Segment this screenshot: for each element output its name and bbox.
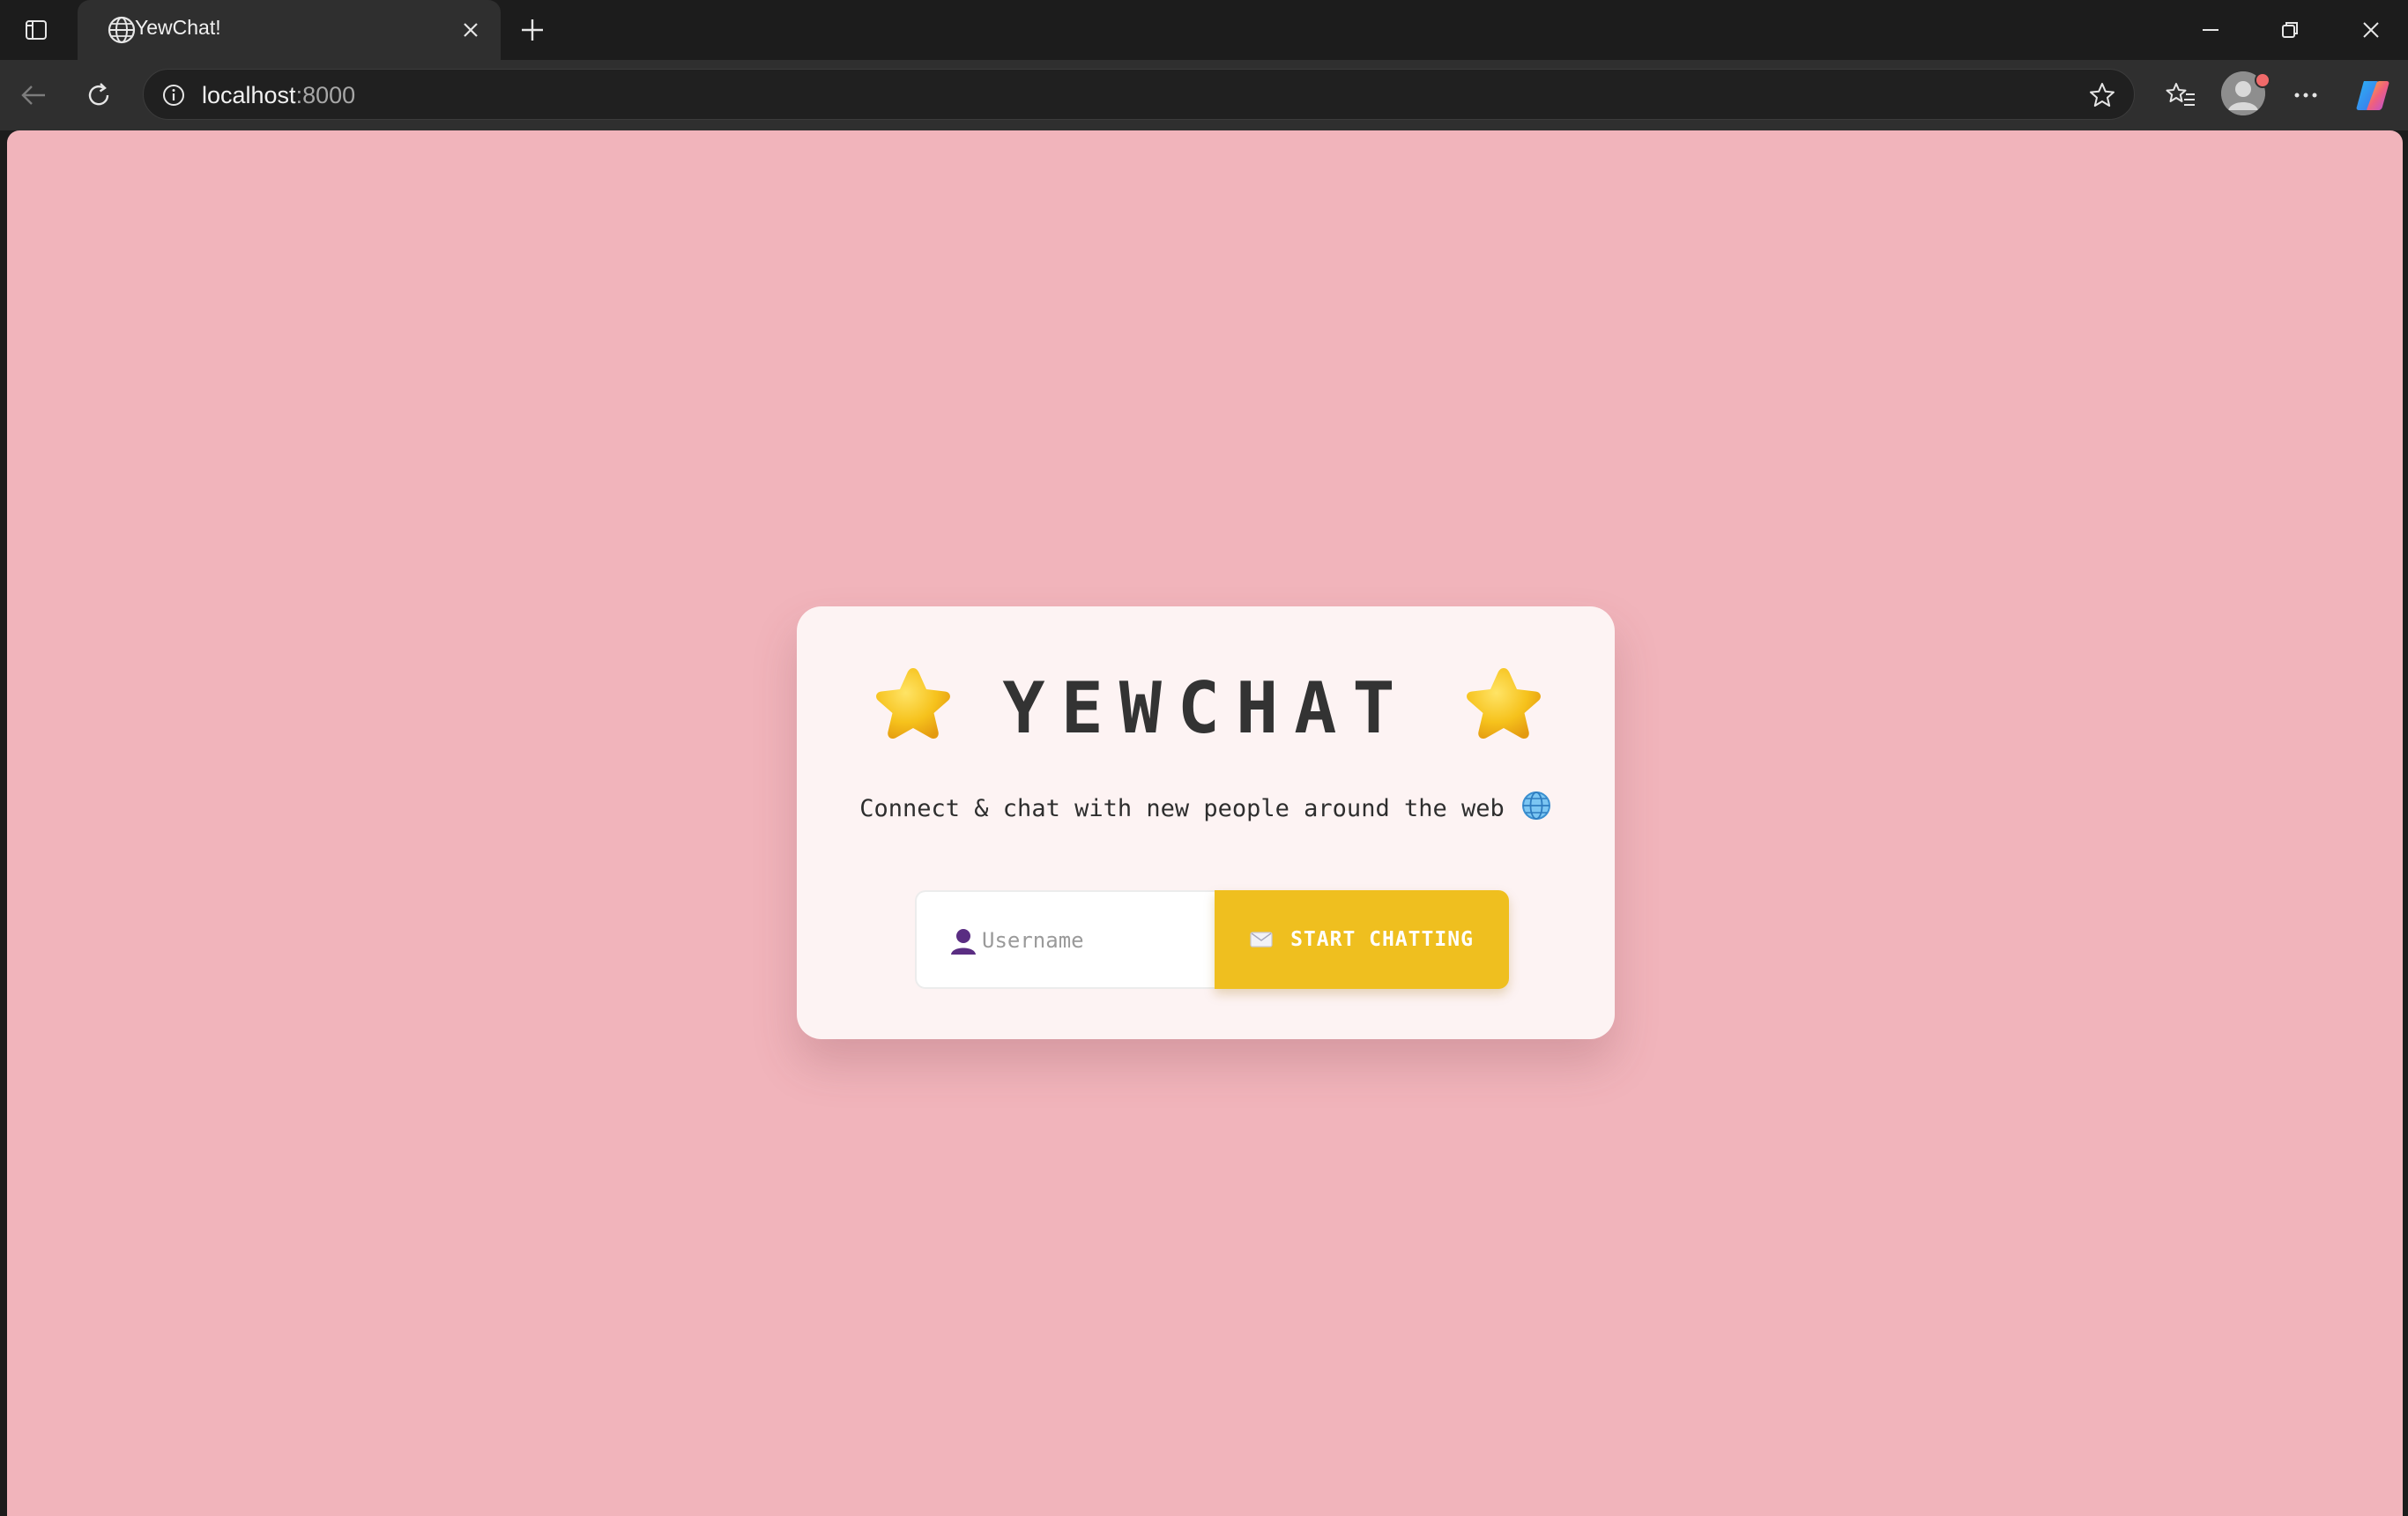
user-icon <box>950 927 977 955</box>
reload-icon[interactable] <box>76 72 122 118</box>
start-chatting-label: START CHATTING <box>1290 928 1474 951</box>
tagline: Connect & chat with new people around th… <box>797 790 1615 825</box>
more-icon[interactable] <box>2283 72 2329 118</box>
info-icon[interactable] <box>156 78 191 113</box>
start-chatting-button[interactable]: START CHATTING <box>1215 890 1509 989</box>
page-viewport: YEWCHAT Connect & chat with new people a… <box>7 130 2403 1516</box>
browser-toolbar: localhost:8000 <box>0 60 2408 130</box>
login-card: YEWCHAT Connect & chat with new people a… <box>797 606 1615 1039</box>
tab-title: YewChat! <box>135 16 221 39</box>
close-window-icon[interactable] <box>2345 11 2397 49</box>
star-outline-icon[interactable] <box>2085 78 2120 113</box>
url-host: localhost <box>202 82 296 108</box>
app-title: YEWCHAT <box>1002 667 1411 749</box>
globe-icon <box>104 12 139 48</box>
star-icon <box>1460 663 1548 751</box>
username-field[interactable] <box>915 890 1215 989</box>
url-port: :8000 <box>295 82 356 108</box>
browser-title-bar: YewChat! <box>0 0 2408 60</box>
login-form: START CHATTING <box>915 890 1509 989</box>
envelope-icon <box>1250 931 1273 948</box>
browser-tab[interactable]: YewChat! <box>78 0 501 60</box>
title-row: YEWCHAT <box>797 659 1615 756</box>
url-text[interactable]: localhost:8000 <box>202 81 355 109</box>
star-icon <box>869 663 957 751</box>
new-tab-plus-icon[interactable] <box>513 11 552 49</box>
copilot-icon[interactable] <box>2350 72 2396 118</box>
back-arrow-icon[interactable] <box>11 72 56 118</box>
tagline-text: Connect & chat with new people around th… <box>859 795 1505 822</box>
sidebar-toggle-icon[interactable] <box>12 12 60 48</box>
close-tab-icon[interactable] <box>453 12 488 48</box>
username-input[interactable] <box>980 922 1204 959</box>
address-bar[interactable]: localhost:8000 <box>143 69 2135 120</box>
favorites-icon[interactable] <box>2158 72 2204 118</box>
globe-emoji-icon <box>1520 790 1552 821</box>
restore-icon[interactable] <box>2263 11 2316 49</box>
minimize-icon[interactable] <box>2184 11 2237 49</box>
notification-dot <box>2255 72 2271 88</box>
